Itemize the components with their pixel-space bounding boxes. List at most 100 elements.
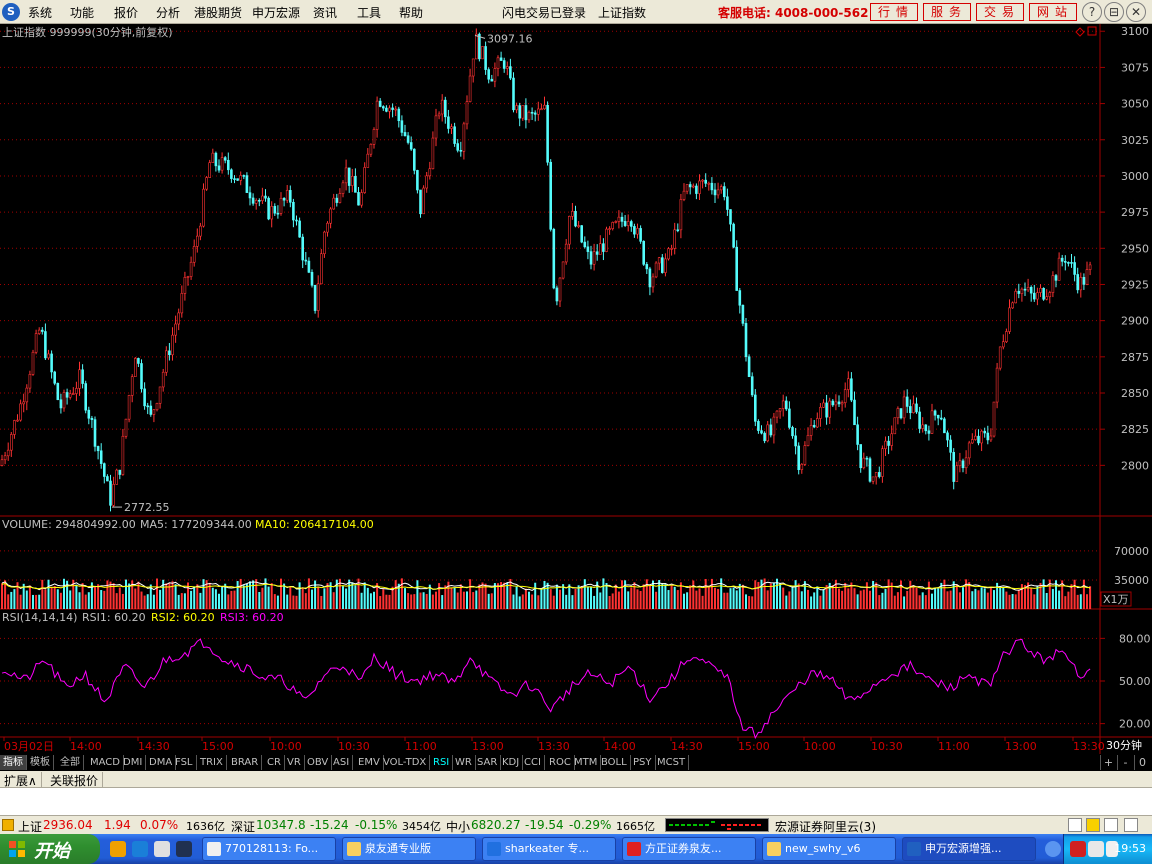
candle-body bbox=[468, 75, 472, 102]
indicator-tab-trix[interactable]: TRIX bbox=[197, 755, 227, 770]
quicklaunch-app-icon[interactable] bbox=[154, 841, 170, 857]
trade-button[interactable]: 交易 bbox=[976, 3, 1024, 21]
candle-body bbox=[242, 175, 246, 177]
volume-bar bbox=[10, 591, 13, 609]
zoom-in-button[interactable]: + bbox=[1100, 755, 1116, 770]
bell-icon[interactable] bbox=[1086, 818, 1100, 832]
menu-tools[interactable]: 工具 bbox=[357, 4, 381, 21]
menu-function[interactable]: 功能 bbox=[70, 4, 94, 21]
candle-body bbox=[887, 440, 890, 446]
kline-chart[interactable]: 2800 2825 2850 2875 2900 2925 2950 2975 3000 3025… bbox=[0, 24, 1152, 754]
quicklaunch-ie2-icon[interactable] bbox=[132, 841, 148, 857]
indicator-tab-psy[interactable]: PSY bbox=[630, 755, 656, 770]
volume-bar bbox=[552, 595, 555, 609]
menu-news[interactable]: 资讯 bbox=[313, 4, 337, 21]
expand-tab[interactable]: 扩展∧ bbox=[0, 772, 42, 789]
indicator-tab-boll[interactable]: BOLL bbox=[598, 755, 631, 770]
volume-bar bbox=[993, 590, 995, 609]
notepad-icon[interactable] bbox=[1068, 818, 1082, 832]
period-label: 30分钟 bbox=[1106, 738, 1142, 752]
indicator-tab-模板[interactable]: 模板 bbox=[27, 755, 54, 770]
menu-quotes[interactable]: 报价 bbox=[114, 4, 138, 21]
volume-bar bbox=[286, 594, 289, 609]
volume-bar bbox=[472, 592, 475, 609]
help-icon[interactable]: ? bbox=[1082, 2, 1102, 22]
kline-chart-area[interactable]: 2800 2825 2850 2875 2900 2925 2950 2975 3000 3025… bbox=[0, 24, 1152, 754]
indicator-tab-cr[interactable]: CR bbox=[264, 755, 285, 770]
minimize-icon[interactable]: ⊟ bbox=[1104, 2, 1124, 22]
volume-bar bbox=[580, 585, 583, 609]
close-icon[interactable]: ✕ bbox=[1126, 2, 1146, 22]
volume-bar bbox=[599, 592, 602, 609]
zoom-out-button[interactable]: - bbox=[1117, 755, 1133, 770]
task-swhy-enhanced[interactable]: 申万宏源增强... bbox=[902, 837, 1036, 861]
indicator-tab-brar[interactable]: BRAR bbox=[228, 755, 263, 770]
indicator-tab-macd[interactable]: MACD bbox=[87, 755, 124, 770]
tray-network-icon[interactable] bbox=[1088, 841, 1104, 857]
volume-bar bbox=[549, 589, 552, 609]
task-sharkeater[interactable]: sharkeater 专... bbox=[482, 837, 616, 861]
indicator-tab-rsi[interactable]: RSI bbox=[430, 755, 454, 770]
volume-bar bbox=[980, 587, 983, 609]
candle-body bbox=[93, 419, 97, 447]
indicator-tab-mtm[interactable]: MTM bbox=[571, 755, 602, 770]
zoom-reset-button[interactable]: 0 bbox=[1134, 755, 1150, 770]
indicator-tab-mcst[interactable]: MCST bbox=[654, 755, 690, 770]
indicator-tab-sar[interactable]: SAR bbox=[474, 755, 502, 770]
volume-label: VOLUME: 294804992.00 bbox=[2, 518, 136, 531]
menu-hk-futures[interactable]: 港股期货 bbox=[194, 4, 242, 21]
tray-expand-icon[interactable] bbox=[1045, 841, 1061, 857]
task-founder-securities[interactable]: 方正证券泉友... bbox=[622, 837, 756, 861]
task-qq-chat[interactable]: 770128113: Fo... bbox=[202, 837, 336, 861]
volume-bar bbox=[162, 579, 165, 609]
volume-bar bbox=[317, 586, 320, 609]
related-quotes-tab[interactable]: 关联报价 bbox=[46, 772, 104, 789]
candle-body bbox=[354, 175, 357, 193]
market-breadth-meter bbox=[665, 818, 769, 832]
indicator-tab-指标[interactable]: 指标 bbox=[0, 755, 27, 770]
volume-bar bbox=[44, 589, 47, 609]
quicklaunch-ie-icon[interactable] bbox=[110, 841, 126, 857]
broker-server[interactable]: 宏源证券阿里云(3) bbox=[775, 818, 876, 835]
quotes-button[interactable]: 行情 bbox=[870, 3, 918, 21]
indicator-tab-wr[interactable]: WR bbox=[452, 755, 476, 770]
volume-bar bbox=[670, 585, 673, 609]
volume-bar bbox=[586, 586, 589, 609]
indicator-tab-asi[interactable]: ASI bbox=[330, 755, 354, 770]
website-button[interactable]: 网站 bbox=[1029, 3, 1077, 21]
signal-icon[interactable] bbox=[1104, 818, 1118, 832]
indicator-tab-cci[interactable]: CCI bbox=[521, 755, 545, 770]
volume-bar bbox=[140, 591, 143, 609]
menu-help[interactable]: 帮助 bbox=[399, 4, 423, 21]
indicator-tab-kdj[interactable]: KDJ bbox=[499, 755, 524, 770]
menu-system[interactable]: 系统 bbox=[28, 4, 52, 21]
indicator-tab-fsl[interactable]: FSL bbox=[172, 755, 197, 770]
app-logo-icon[interactable]: S bbox=[2, 3, 20, 21]
quicklaunch-desktop-icon[interactable] bbox=[176, 841, 192, 857]
candle-body bbox=[561, 261, 565, 279]
indicator-tab-vol-tdx[interactable]: VOL-TDX bbox=[380, 755, 431, 770]
start-button[interactable]: 开始 bbox=[0, 834, 100, 864]
sz-amount: 3454亿 bbox=[402, 820, 441, 833]
alert-icon[interactable] bbox=[2, 819, 14, 831]
volume-bar bbox=[202, 579, 205, 609]
indicator-tab-obv[interactable]: OBV bbox=[304, 755, 333, 770]
volume-bar bbox=[283, 583, 286, 609]
indicator-tab-vr[interactable]: VR bbox=[284, 755, 305, 770]
indicator-tab-dmi[interactable]: DMI bbox=[120, 755, 147, 770]
menu-analysis[interactable]: 分析 bbox=[156, 4, 180, 21]
menu-swhy[interactable]: 申万宏源 bbox=[252, 4, 300, 21]
task-new-swhy[interactable]: new_swhy_v6 bbox=[762, 837, 896, 861]
volume-bar bbox=[528, 591, 530, 609]
indicator-tab-全部[interactable]: 全部 bbox=[57, 755, 84, 770]
candle-body bbox=[881, 448, 884, 477]
volume-bar bbox=[28, 585, 31, 609]
candle-body bbox=[279, 197, 283, 214]
service-button[interactable]: 服务 bbox=[923, 3, 971, 21]
time-tick-label: 14:00 bbox=[70, 740, 102, 753]
tray-antivirus-icon[interactable] bbox=[1070, 841, 1086, 857]
task-quanyoutong[interactable]: 泉友通专业版 bbox=[342, 837, 476, 861]
lock-icon[interactable] bbox=[1124, 818, 1138, 832]
candle-body bbox=[0, 459, 4, 466]
candle-body bbox=[633, 226, 636, 235]
